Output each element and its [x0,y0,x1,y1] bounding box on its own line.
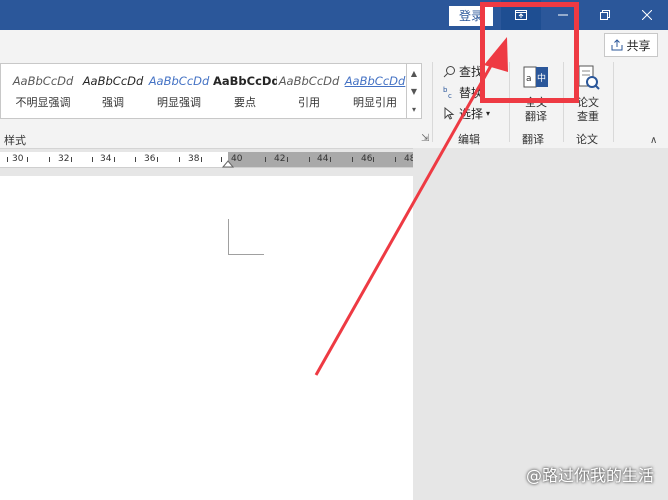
more-icon[interactable]: ▾ [412,105,416,114]
style-name: 明显引用 [353,96,397,109]
translate-group-label: 翻译 [522,133,544,146]
ruler-label: 46 [361,154,373,164]
select-label: 选择 [459,106,484,121]
style-sample: AaBbCcDd [82,74,144,88]
style-sample: AaBbCcDd [213,74,277,88]
translate-label-line2: 翻译 [525,110,547,123]
restore-icon [600,10,610,20]
close-button[interactable] [627,0,667,30]
paper-group-label: 论文 [576,133,598,146]
svg-text:c: c [448,92,452,99]
find-button[interactable]: 查找 [443,62,483,80]
replace-icon: b c [443,86,452,99]
style-name: 要点 [234,96,256,109]
style-sample: AaBbCcDd [148,74,210,88]
styles-gallery: AaBbCcDd 不明显强调 AaBbCcDd 强调 AaBbCcDd 明显强调… [0,63,408,119]
document-page[interactable] [0,176,413,500]
share-icon [611,39,623,51]
chevron-down-icon[interactable]: ▼ [411,87,417,96]
ruler-label: 36 [144,154,156,164]
search-icon [443,65,455,77]
style-intense-emphasis[interactable]: AaBbCcDd 明显强调 [147,64,211,116]
ruler-label: 42 [274,154,286,164]
style-sample: AaBbCcDd [344,74,406,88]
paper-label-line2: 查重 [577,110,599,123]
ruler-label: 44 [317,154,329,164]
ruler-label: 30 [12,154,24,164]
style-strong[interactable]: AaBbCcDd 要点 [213,64,277,116]
ruler-label: 38 [188,154,200,164]
style-sample: AaBbCcDd [278,74,340,88]
indent-marker-icon[interactable] [222,160,234,168]
editing-group-label: 编辑 [458,133,480,146]
collapse-ribbon-icon[interactable]: ∧ [650,135,657,146]
chevron-up-icon[interactable]: ▲ [411,69,417,78]
style-intense-quote[interactable]: AaBbCcDd 明显引用 [343,64,407,116]
style-name: 强调 [102,96,124,109]
margin-corner-mark [228,254,264,255]
ruler-marks: 30 32 34 36 38 40 42 44 46 48 [0,152,415,167]
select-button[interactable]: 选择 ▾ [443,104,490,122]
styles-group-label: 样式 [4,134,26,147]
group-separator [613,62,614,142]
cursor-icon [444,106,455,120]
share-label: 共享 [626,38,651,53]
style-name: 引用 [298,96,320,109]
share-button[interactable]: 共享 [604,33,658,57]
ruler-label: 32 [58,154,70,164]
style-emphasis[interactable]: AaBbCcDd 强调 [81,64,145,116]
annotation-highlight-box [480,2,579,103]
style-name: 明显强调 [157,96,201,109]
group-separator [432,62,433,142]
chevron-down-icon: ▾ [486,108,491,118]
restore-button[interactable] [585,0,625,30]
style-sample: AaBbCcDd [12,74,74,88]
gallery-scroll[interactable]: ▲ ▼ ▾ [406,63,422,119]
ruler-label: 34 [100,154,112,164]
close-icon [642,10,652,20]
canvas-background [413,148,668,500]
margin-corner-mark [228,219,229,255]
replace-button[interactable]: b c 替换 [443,83,483,101]
dialog-launcher-icon[interactable]: ⇲ [421,133,429,144]
style-name: 不明显强调 [15,96,71,109]
style-quote[interactable]: AaBbCcDd 引用 [277,64,341,116]
style-subtle-emphasis[interactable]: AaBbCcDd 不明显强调 [11,64,75,116]
watermark: @路过你我的生活 [525,466,654,485]
